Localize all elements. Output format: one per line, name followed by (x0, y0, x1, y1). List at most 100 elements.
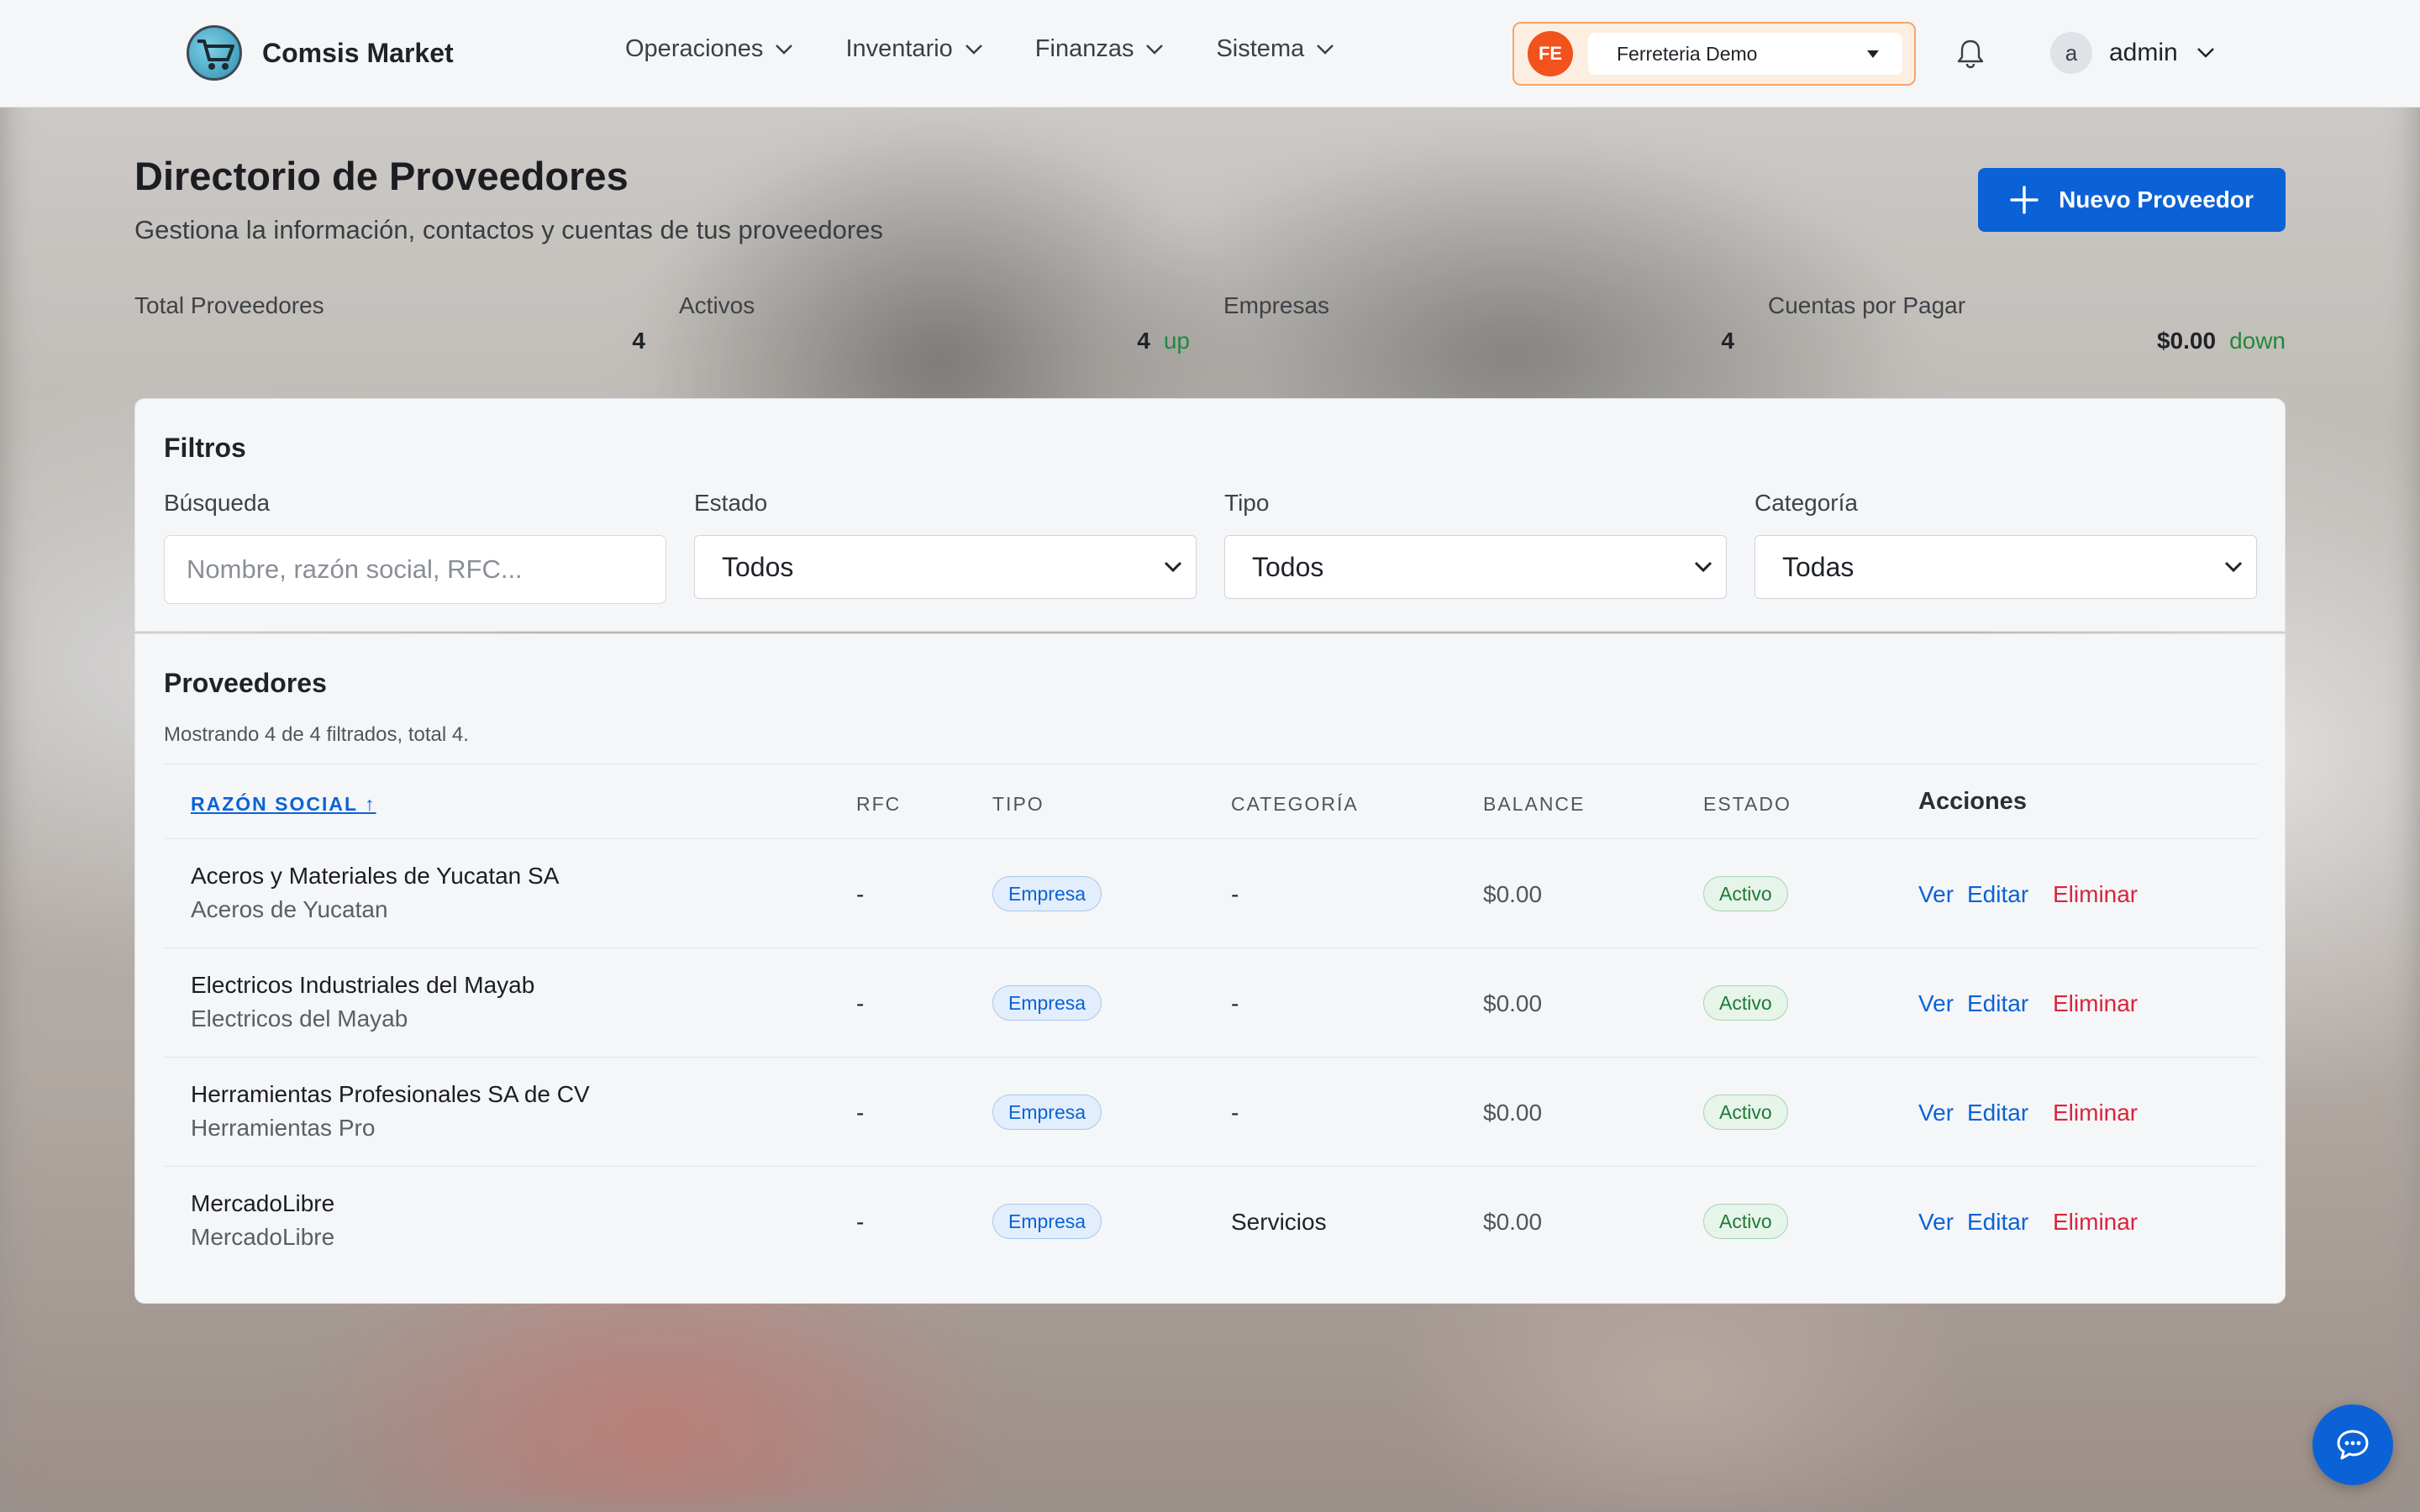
stat-label: Total Proveedores (134, 292, 324, 318)
chevron-down-icon (1694, 561, 1712, 573)
stat-value-wrap: 4 (632, 328, 645, 354)
nombre-comercial: MercadoLibre (191, 1224, 335, 1250)
razon-social: MercadoLibre (191, 1190, 335, 1216)
search-placeholder: Nombre, razón social, RFC... (187, 554, 523, 584)
table-row: MercadoLibre MercadoLibre - Empresa Serv… (164, 1167, 2258, 1276)
new-supplier-button[interactable]: Nuevo Proveedor (1978, 168, 2286, 232)
view-link[interactable]: Ver (1918, 881, 1954, 908)
rfc-cell: - (856, 990, 865, 1016)
chat-button[interactable] (2312, 1404, 2393, 1485)
chevron-down-icon (2196, 48, 2214, 58)
edit-link[interactable]: Editar (1967, 881, 2028, 908)
status-badge: Activo (1703, 1095, 1788, 1130)
stat-label: Activos (679, 292, 755, 318)
view-link[interactable]: Ver (1918, 1209, 1954, 1236)
view-link[interactable]: Ver (1918, 1100, 1954, 1126)
store-select[interactable]: Ferreteria Demo (1588, 33, 1902, 75)
edit-link[interactable]: Editar (1967, 1100, 2028, 1126)
app-name: Comsis Market (262, 37, 454, 68)
nombre-comercial: Herramientas Pro (191, 1115, 376, 1141)
razon-social: Aceros y Materiales de Yucatan SA (191, 863, 560, 889)
estado-value: Todos (722, 551, 794, 582)
nav-label: Inventario (845, 35, 953, 62)
column-balance: BALANCE (1483, 793, 1586, 815)
user-menu[interactable]: a admin (2050, 32, 2215, 74)
stat-empresas: Empresas 4 (1223, 291, 1734, 358)
store-switcher: FE Ferreteria Demo (1512, 22, 1916, 86)
column-tipo: TIPO (992, 793, 1044, 815)
stat-value-wrap: $0.00 down (2157, 328, 2286, 354)
column-rfc: RFC (856, 793, 902, 815)
nav-finanzas[interactable]: Finanzas (1035, 35, 1165, 63)
stat-value: 4 (632, 328, 645, 354)
edit-link[interactable]: Editar (1967, 1209, 2028, 1236)
table-row: Electricos Industriales del Mayab Electr… (164, 948, 2258, 1058)
nav-operaciones[interactable]: Operaciones (625, 35, 793, 63)
categoria-cell: - (1231, 1100, 1239, 1126)
categoria-cell: - (1231, 881, 1239, 907)
type-badge: Empresa (992, 1095, 1102, 1130)
estado-filter: Estado Todos (694, 490, 1197, 599)
balance-cell: $0.00 (1483, 1209, 1543, 1235)
tipo-filter: Tipo Todos (1224, 490, 1727, 599)
stat-trend: up (1163, 328, 1190, 354)
delete-link[interactable]: Eliminar (2053, 990, 2138, 1017)
view-link[interactable]: Ver (1918, 990, 1954, 1017)
results-summary: Mostrando 4 de 4 filtrados, total 4. (164, 723, 469, 746)
new-supplier-label: Nuevo Proveedor (2059, 186, 2254, 213)
bell-icon[interactable] (1956, 39, 1985, 73)
column-razon-social[interactable]: RAZÓN SOCIAL ↑ (191, 793, 376, 816)
tipo-select[interactable]: Todos (1224, 535, 1727, 599)
cart-logo-icon (187, 25, 242, 81)
tipo-value: Todos (1252, 551, 1324, 582)
nav-label: Finanzas (1034, 35, 1134, 62)
rfc-cell: - (856, 881, 865, 907)
column-acciones: Acciones (1918, 788, 2027, 815)
avatar: a (2050, 32, 2092, 74)
store-avatar: FE (1528, 31, 1573, 76)
stat-label: Empresas (1223, 292, 1330, 318)
type-badge: Empresa (992, 876, 1102, 911)
type-badge: Empresa (992, 1204, 1102, 1239)
search-filter: Búsqueda Nombre, razón social, RFC... (164, 490, 666, 604)
chevron-down-icon (1317, 44, 1334, 55)
main-nav: Operaciones Inventario Finanzas Sistema (625, 35, 1386, 63)
table-header: RAZÓN SOCIAL ↑ RFC TIPO CATEGORÍA BALANC… (164, 764, 2258, 839)
stat-activos: Activos 4 up (679, 291, 1190, 358)
stat-value-wrap: 4 up (1137, 328, 1190, 354)
delete-link[interactable]: Eliminar (2053, 1100, 2138, 1126)
status-badge: Activo (1703, 1204, 1788, 1239)
categoria-filter: Categoría Todas (1754, 490, 2257, 599)
nav-inventario[interactable]: Inventario (845, 35, 982, 63)
top-navbar: Comsis Market Operaciones Inventario Fin… (0, 0, 2420, 108)
delete-link[interactable]: Eliminar (2053, 1209, 2138, 1236)
chevron-down-icon (1164, 561, 1182, 573)
chevron-down-icon (776, 44, 793, 55)
categoria-value: Todas (1782, 551, 1854, 582)
delete-link[interactable]: Eliminar (2053, 881, 2138, 908)
chevron-down-icon (1146, 44, 1164, 55)
status-badge: Activo (1703, 876, 1788, 911)
stats-row: Total Proveedores 4 Activos 4 up Empresa… (134, 291, 2286, 358)
categoria-label: Categoría (1754, 490, 1858, 516)
edit-link[interactable]: Editar (1967, 990, 2028, 1017)
nombre-comercial: Aceros de Yucatan (191, 896, 388, 922)
balance-cell: $0.00 (1483, 881, 1543, 907)
page-title: Directorio de Proveedores (134, 154, 629, 198)
type-badge: Empresa (992, 985, 1102, 1021)
search-input[interactable]: Nombre, razón social, RFC... (164, 535, 666, 604)
nombre-comercial: Electricos del Mayab (191, 1005, 408, 1032)
brand[interactable]: Comsis Market (187, 25, 454, 81)
categoria-cell: - (1231, 990, 1239, 1016)
stat-value: $0.00 (2156, 328, 2217, 354)
filters-card: Filtros Búsqueda Nombre, razón social, R… (134, 398, 2286, 632)
stat-total: Total Proveedores 4 (134, 291, 645, 358)
balance-cell: $0.00 (1483, 1100, 1543, 1126)
suppliers-table: RAZÓN SOCIAL ↑ RFC TIPO CATEGORÍA BALANC… (164, 764, 2258, 1276)
categoria-select[interactable]: Todas (1754, 535, 2257, 599)
estado-select[interactable]: Todos (694, 535, 1197, 599)
plus-icon (2010, 186, 2039, 214)
chevron-down-icon (965, 44, 982, 55)
stat-label: Cuentas por Pagar (1768, 292, 1966, 318)
nav-sistema[interactable]: Sistema (1216, 35, 1334, 63)
